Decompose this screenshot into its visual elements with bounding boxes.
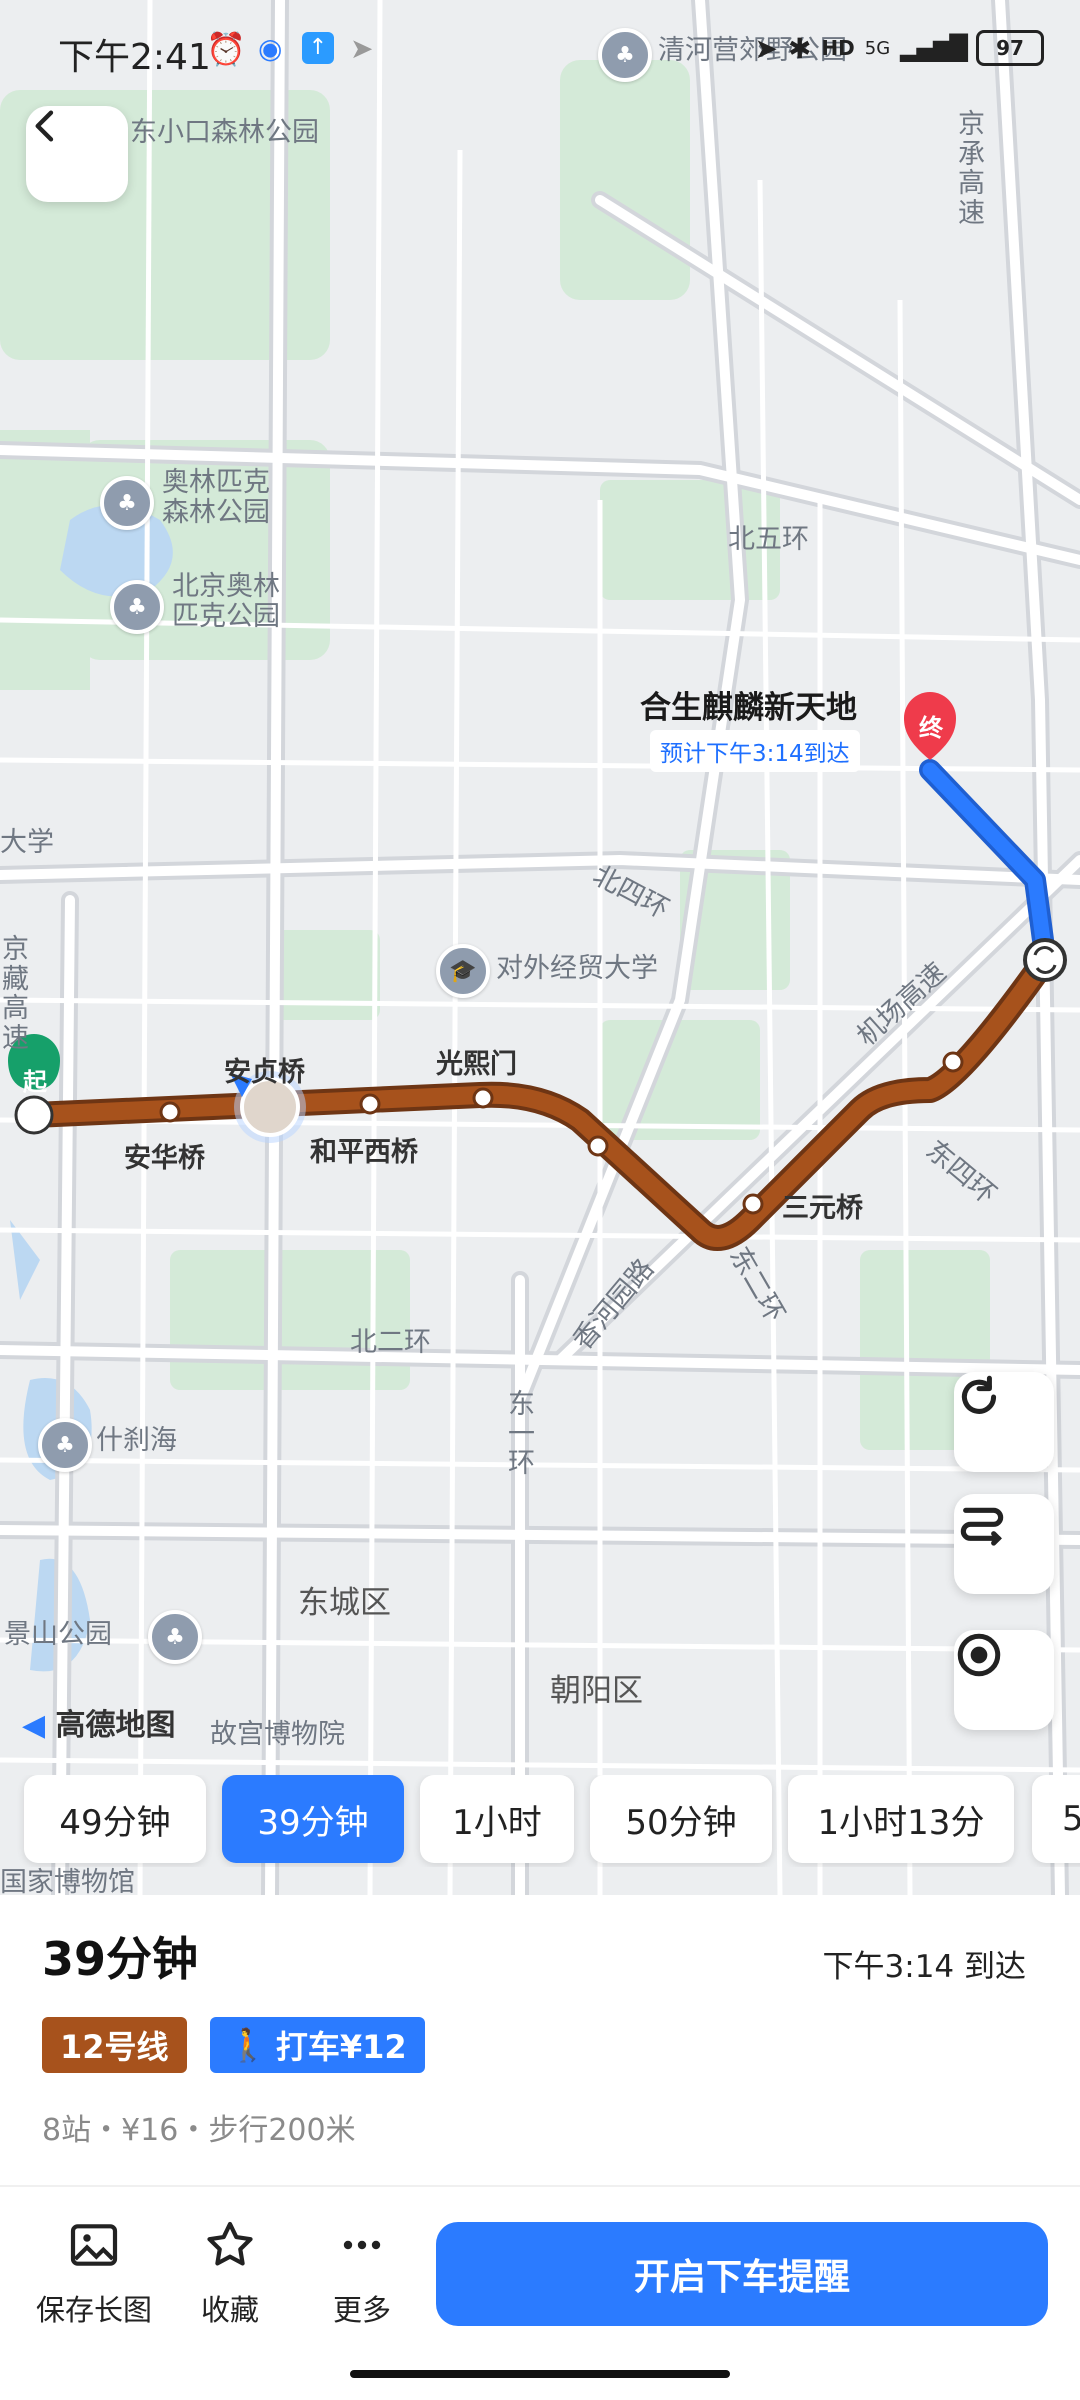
route-options: 49分钟 39分钟 1小时 50分钟 1小时13分 5 <box>0 1775 1080 1867</box>
route-duration: 39分钟 <box>42 1932 199 1986</box>
refresh-icon <box>961 1375 997 1414</box>
end-marker-label: 终 <box>919 714 943 742</box>
station-label: 安贞桥 <box>224 1057 305 1088</box>
park-poi-icon: ♣ <box>110 580 164 634</box>
amap-logo: ◀ 高德地图 <box>22 1700 176 1744</box>
map-label-university: 大学 <box>0 827 54 858</box>
start-marker-label: 起 <box>23 1068 47 1096</box>
route-option-tab[interactable]: 49分钟 <box>24 1775 206 1863</box>
app-notification-icon: ◉ <box>258 32 283 65</box>
map-label-east-1st: 东一环 <box>508 1389 535 1480</box>
hd-icon: HD <box>821 36 855 60</box>
map-label-jingzang: 京藏高速 <box>2 934 29 1055</box>
station-dot <box>742 1193 764 1215</box>
signal-icon: ▂▄▆█ <box>900 34 968 62</box>
favorite-button[interactable]: 收藏 <box>160 2213 300 2329</box>
route-option-tab[interactable]: 1小时 <box>420 1775 574 1863</box>
save-image-label: 保存长图 <box>35 2293 152 2327</box>
map-label-uibe: 对外经贸大学 <box>496 953 658 984</box>
taxi-badge-label: 打车¥12 <box>275 2028 407 2066</box>
map-label-olympic-forest: 奥林匹克森林公园 <box>162 467 270 528</box>
alarm-icon: ⏰ <box>206 30 246 68</box>
location-arrow-icon: ➤ <box>350 32 374 65</box>
station-label: 安华桥 <box>124 1143 205 1174</box>
locate-button[interactable] <box>954 1630 1054 1730</box>
battery-icon: 97 <box>976 30 1044 66</box>
favorite-label: 收藏 <box>200 2293 259 2327</box>
route-detail-panel: 39分钟 下午3:14 到达 12号线 🚶 打车¥12 8站・¥16・步行200… <box>0 1895 1080 2400</box>
route-option-tab[interactable]: 50分钟 <box>590 1775 772 1863</box>
network-type: 5G <box>864 37 891 59</box>
route-option-tab[interactable]: 5 <box>1032 1775 1080 1863</box>
park-poi-icon: ♣ <box>148 1610 202 1664</box>
upload-icon: ↑ <box>302 32 334 64</box>
map-label-north-5th: 北五环 <box>728 524 809 555</box>
transfer-icon <box>1023 938 1067 982</box>
map-label-chaoyang: 朝阳区 <box>550 1673 643 1709</box>
map-label-dongxiaokou: 东小口森林公园 <box>130 117 319 148</box>
station-dot <box>159 1101 181 1123</box>
station-label: 光熙门 <box>436 1049 517 1080</box>
university-poi-icon: 🎓 <box>436 944 490 998</box>
bluetooth-icon: ✱ <box>787 31 812 65</box>
amap-logo-text: 高德地图 <box>55 1708 176 1743</box>
route-option-tab[interactable]: 1小时13分 <box>788 1775 1014 1863</box>
map-label-palace: 故宫博物院 <box>210 1719 345 1750</box>
park-poi-icon: ♣ <box>38 1418 92 1472</box>
station-dot <box>472 1087 494 1109</box>
status-time: 下午2:41 <box>58 37 211 78</box>
more-label: 更多 <box>332 2293 391 2327</box>
status-bar: 下午2:41 ⏰ ◉ ↑ ➤ ➤ ✱ HD 5G ▂▄▆█ 97 <box>0 0 1080 100</box>
destination-eta: 预计下午3:14到达 <box>650 730 860 772</box>
map-label-jingcheng: 京承高速 <box>958 109 985 230</box>
taxi-badge[interactable]: 🚶 打车¥12 <box>210 2017 425 2073</box>
route-switch-icon <box>960 1507 1004 1546</box>
walking-person-icon: 🚶 <box>228 2026 268 2064</box>
amap-logo-icon: ◀ <box>22 1708 46 1743</box>
back-button[interactable] <box>26 106 128 202</box>
station-dot <box>359 1093 381 1115</box>
map-label-north-2nd: 北二环 <box>350 1327 431 1358</box>
more-button[interactable]: 更多 <box>292 2213 432 2329</box>
status-icons: ➤ ✱ HD 5G ▂▄▆█ 97 <box>754 30 1044 66</box>
map-label-dongcheng: 东城区 <box>298 1585 391 1621</box>
arrival-time: 下午3:14 到达 <box>822 1949 1026 1985</box>
refresh-button[interactable] <box>954 1372 1054 1472</box>
save-image-button[interactable]: 保存长图 <box>24 2213 164 2329</box>
map-canvas <box>0 0 1080 1895</box>
map-label-jingshan: 景山公园 <box>4 1619 112 1650</box>
image-icon <box>70 2224 118 2266</box>
navigation-icon: ➤ <box>754 31 778 65</box>
more-icon <box>343 2240 381 2250</box>
route-summary: 8站・¥16・步行200米 <box>42 2113 356 2148</box>
divider <box>0 2185 1080 2187</box>
back-arrow-icon <box>35 110 54 142</box>
station-label: 和平西桥 <box>310 1137 418 1168</box>
subway-line-badge: 12号线 <box>42 2017 187 2073</box>
station-dot <box>587 1135 609 1157</box>
home-indicator[interactable] <box>350 2370 730 2378</box>
park-poi-icon: ♣ <box>100 476 154 530</box>
map-label-shichahai: 什刹海 <box>96 1425 177 1456</box>
route-option-tab-selected[interactable]: 39分钟 <box>222 1775 404 1863</box>
map-label-national-museum: 国家博物馆 <box>0 1867 135 1895</box>
star-icon <box>207 2221 253 2266</box>
station-label: 三元桥 <box>782 1193 863 1224</box>
station-dot <box>942 1051 964 1073</box>
destination-name: 合生麒麟新天地 <box>640 690 857 726</box>
locate-icon <box>957 1633 1001 1677</box>
route-switch-button[interactable] <box>954 1494 1054 1594</box>
map-label-olympic-park: 北京奥林匹克公园 <box>172 571 280 632</box>
alight-reminder-button[interactable]: 开启下车提醒 <box>436 2222 1048 2326</box>
map-view[interactable]: ♣ 清河营郊野公园 东小口森林公园 京承高速 ♣ 奥林匹克森林公园 ♣ 北京奥林… <box>0 0 1080 1895</box>
